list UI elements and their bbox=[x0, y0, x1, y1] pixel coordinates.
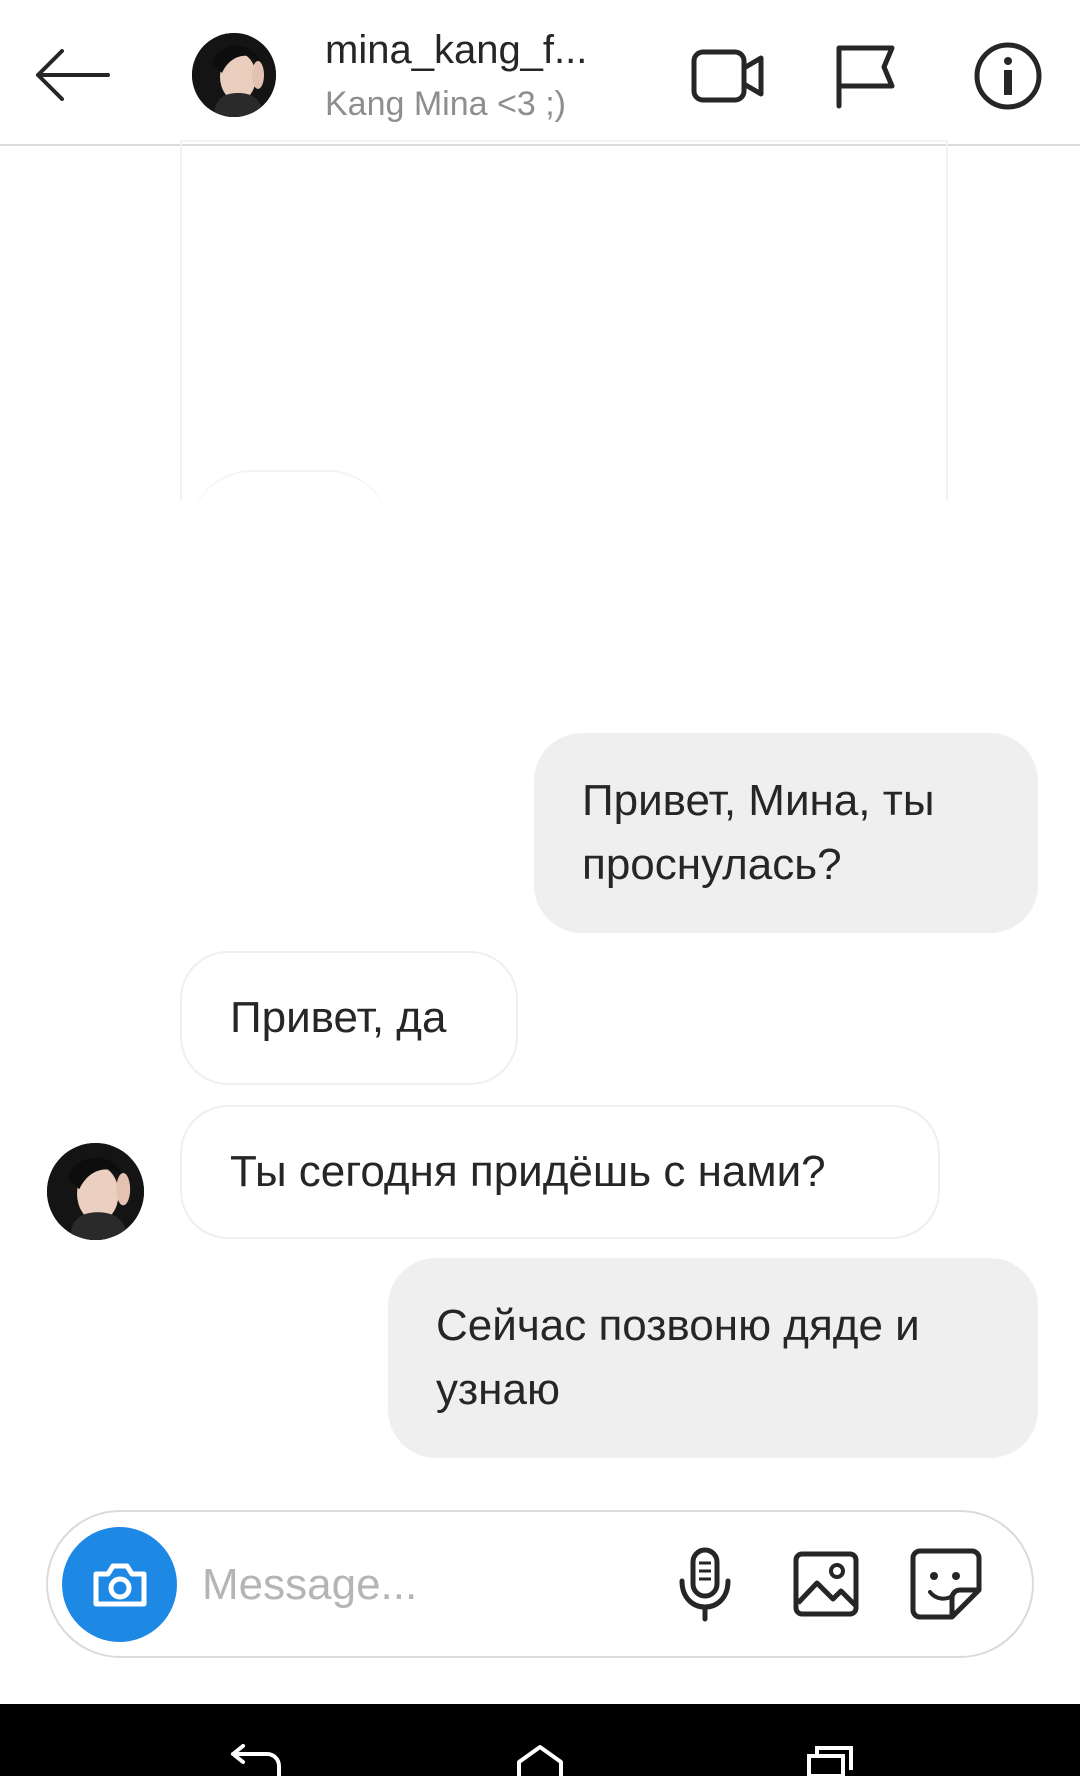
microphone-icon bbox=[679, 1547, 731, 1622]
gallery-button[interactable] bbox=[788, 1543, 864, 1625]
info-icon bbox=[974, 42, 1042, 110]
back-icon bbox=[231, 1744, 281, 1776]
outgoing-message[interactable]: Сейчас позвоню дяде и узнаю bbox=[388, 1258, 1038, 1458]
voice-message-button[interactable] bbox=[670, 1540, 740, 1630]
camera-icon bbox=[93, 1563, 146, 1606]
username: mina_kang_f... bbox=[325, 28, 588, 72]
chat-header: mina_kang_f... Kang Mina <3 ;) bbox=[0, 0, 1080, 146]
outgoing-message[interactable]: Привет, Мина, ты проснулась? bbox=[534, 733, 1038, 933]
sticker-icon bbox=[910, 1548, 982, 1620]
sticker-button[interactable] bbox=[905, 1543, 987, 1625]
home-icon bbox=[517, 1745, 563, 1776]
profile-photo bbox=[47, 1143, 144, 1240]
flag-icon bbox=[836, 45, 895, 109]
video-call-button[interactable] bbox=[680, 34, 776, 118]
display-name: Kang Mina <3 ;) bbox=[325, 85, 566, 123]
image-icon bbox=[793, 1551, 859, 1617]
conversation-title[interactable]: mina_kang_f... Kang Mina <3 ;) bbox=[325, 26, 625, 128]
sender-avatar[interactable] bbox=[47, 1143, 144, 1240]
info-button[interactable] bbox=[960, 34, 1056, 118]
profile-photo bbox=[192, 33, 276, 117]
incoming-message[interactable]: Ты сегодня придёшь с нами? bbox=[180, 1105, 940, 1239]
camera-button[interactable] bbox=[62, 1527, 177, 1642]
video-camera-icon bbox=[691, 49, 764, 103]
system-recents-button[interactable] bbox=[795, 1744, 865, 1776]
arrow-left-icon bbox=[36, 49, 110, 101]
message-input[interactable] bbox=[200, 1548, 644, 1622]
shared-post-decoration bbox=[190, 470, 390, 532]
chat-screen: mina_kang_f... Kang Mina <3 ;) Привет, М… bbox=[0, 0, 1080, 1776]
report-button[interactable] bbox=[820, 34, 910, 118]
recents-icon bbox=[807, 1746, 853, 1776]
system-home-button[interactable] bbox=[505, 1744, 575, 1776]
incoming-message[interactable]: Привет, да bbox=[180, 951, 518, 1085]
system-navigation-bar bbox=[0, 1704, 1080, 1776]
back-button[interactable] bbox=[22, 30, 122, 120]
shared-post-placeholder bbox=[180, 140, 948, 500]
system-back-button[interactable] bbox=[218, 1744, 288, 1776]
avatar[interactable] bbox=[192, 33, 276, 117]
